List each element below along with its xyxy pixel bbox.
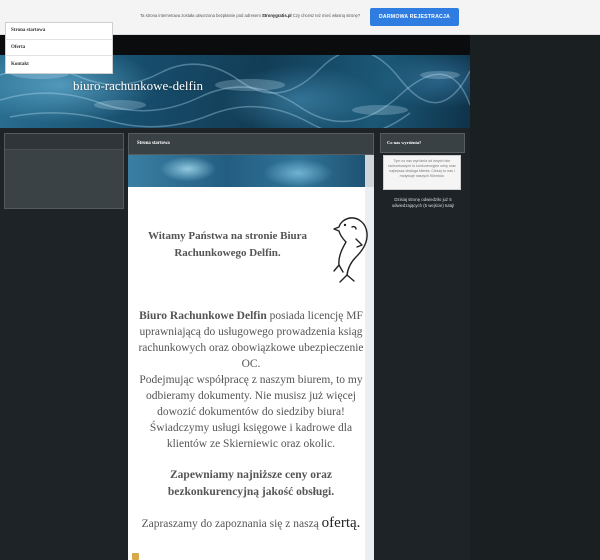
right-sidebar-title: Co nas wyróżnia? bbox=[387, 140, 422, 145]
left-sidebar-header bbox=[5, 134, 123, 150]
intro-paragraph-3: Świadczymy usługi księgowe i kadrowe dla… bbox=[149, 422, 353, 450]
right-sidebar-header: Co nas wyróżnia? bbox=[380, 133, 465, 153]
promo-text: Ta strona internetowa została utworzona … bbox=[140, 13, 360, 18]
intro-paragraph-2: Podejmując współpracę z naszym biurem, t… bbox=[139, 374, 363, 418]
welcome-heading: Witamy Państwa na stronie Biura Rachunko… bbox=[140, 228, 315, 262]
dolphin-logo-icon bbox=[333, 217, 368, 283]
guarantee-line-1: Zapewniamy najniższe ceny oraz bbox=[170, 469, 332, 481]
menu-item-oferta[interactable]: Oferta bbox=[6, 40, 112, 56]
invite-text: Zapraszamy do zapoznania się z naszą ofe… bbox=[128, 515, 374, 532]
section-title: Strona startowa bbox=[137, 141, 170, 146]
visit-counter: Dzisiaj stronę odwiedziło już 5 odwiedza… bbox=[381, 197, 465, 209]
scrollbar-track-top bbox=[365, 155, 374, 187]
main-section-header: Strona startowa bbox=[128, 133, 374, 155]
guarantee-text: Zapewniamy najniższe ceny oraz bezkonkur… bbox=[140, 467, 362, 501]
offer-link[interactable]: ofertą. bbox=[322, 515, 361, 531]
left-sidebar bbox=[4, 133, 124, 209]
right-column-background bbox=[470, 35, 600, 560]
promo-text-after: Czy chcesz też mieć własną stronę? bbox=[292, 13, 361, 18]
main-menu: Strona startowa Oferta Kontakt bbox=[5, 22, 113, 74]
promo-domain-link[interactable]: Stronygratis.pl bbox=[262, 13, 292, 18]
small-image-icon bbox=[132, 553, 139, 560]
invite-sentence: Zapraszamy do zapoznania się z naszą bbox=[141, 518, 319, 530]
promo-text-before: Ta strona internetowa została utworzona … bbox=[140, 13, 261, 18]
menu-item-kontakt[interactable]: Kontakt bbox=[6, 56, 112, 73]
guarantee-line-2: bezkonkurencyjną jakość obsługi. bbox=[167, 486, 335, 498]
main-water-strip bbox=[128, 155, 374, 187]
menu-item-strona-startowa[interactable]: Strona startowa bbox=[6, 23, 112, 40]
visit-counter-line-2: odwiedzających (5 wejście) tutaj! bbox=[391, 203, 455, 208]
intro-text: Biuro Rachunkowe Delfin posiada licencję… bbox=[136, 308, 366, 452]
site-title[interactable]: biuro-rachunkowe-delfin bbox=[73, 78, 203, 94]
intro-company-name: Biuro Rachunkowe Delfin bbox=[139, 310, 267, 322]
welcome-line-2: Rachunkowego Delfin. bbox=[174, 247, 281, 259]
welcome-line-1: Witamy Państwa na stronie Biura bbox=[147, 230, 308, 242]
highlights-box: Tym co nas wyróżnia od innych biur rachu… bbox=[383, 155, 461, 190]
register-button[interactable]: DARMOWA REJESTRACJA bbox=[370, 8, 459, 26]
